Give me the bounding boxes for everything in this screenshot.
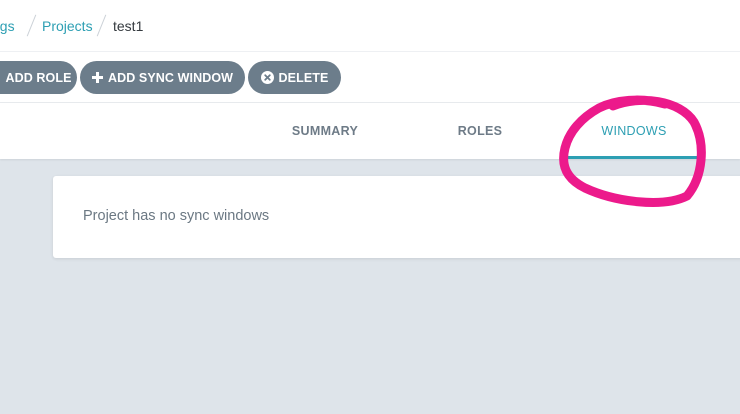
empty-state-message: Project has no sync windows <box>83 208 270 224</box>
breadcrumb-projects-link[interactable]: Projects <box>42 17 93 35</box>
tab-roles[interactable]: ROLES <box>420 103 540 159</box>
breadcrumb-settings-link[interactable]: ngs <box>0 17 15 35</box>
add-sync-window-label: ADD SYNC WINDOW <box>107 70 234 85</box>
tab-windows-label: WINDOWS <box>601 124 667 138</box>
breadcrumb-bar: ngs Projects test1 <box>0 0 740 52</box>
tab-roles-label: ROLES <box>457 124 503 138</box>
tab-summary[interactable]: SUMMARY <box>270 103 380 159</box>
delete-button[interactable]: DELETE <box>248 61 341 94</box>
plus-icon <box>91 72 103 83</box>
tab-summary-label: SUMMARY <box>291 124 359 138</box>
sync-windows-card: Project has no sync windows <box>53 176 740 258</box>
page: ngs Projects test1 ADD ROLE ADD SYNC WIN… <box>0 0 740 414</box>
breadcrumb-current: test1 <box>113 18 144 34</box>
delete-label: DELETE <box>278 70 329 85</box>
breadcrumb-separator <box>26 14 37 37</box>
breadcrumb-separator <box>96 14 107 37</box>
tabs-bar: SUMMARY ROLES WINDOWS <box>0 103 740 159</box>
tab-windows[interactable]: WINDOWS <box>568 103 700 159</box>
add-sync-window-button[interactable]: ADD SYNC WINDOW <box>80 61 245 94</box>
x-circle-icon <box>260 71 274 84</box>
add-role-label: ADD ROLE <box>5 70 72 85</box>
active-tab-indicator <box>568 156 700 159</box>
action-toolbar: ADD ROLE ADD SYNC WINDOW DELETE <box>0 52 740 103</box>
add-role-button[interactable]: ADD ROLE <box>0 61 77 94</box>
